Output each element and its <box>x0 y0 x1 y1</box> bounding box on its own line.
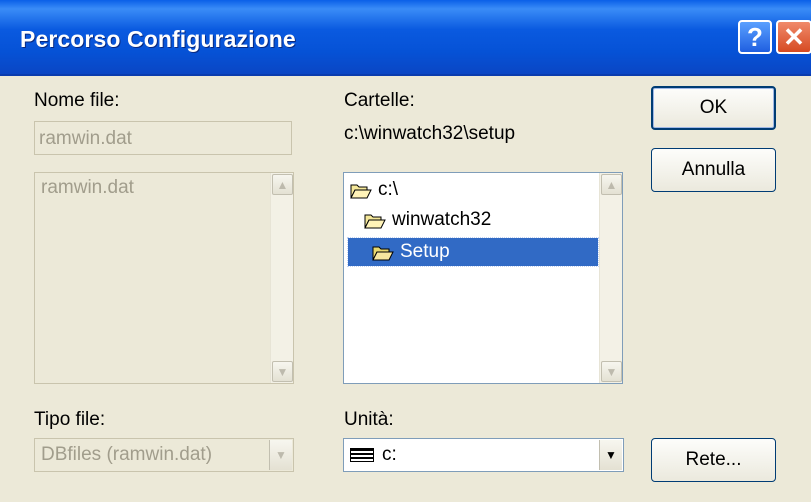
window-title: Percorso Configurazione <box>20 26 296 52</box>
file-name-field[interactable]: ramwin.dat <box>34 121 292 155</box>
help-icon: ? <box>747 21 763 52</box>
folders-label: Cartelle: <box>344 90 415 111</box>
drive-value: c: <box>382 444 397 465</box>
folder-label: Setup <box>400 241 450 262</box>
cancel-button[interactable]: Annulla <box>651 148 776 192</box>
folder-item-winwatch32[interactable]: winwatch32 <box>364 206 590 234</box>
open-folder-icon <box>364 214 386 228</box>
folder-tree-content: c:\ winwatch32 Setup <box>344 173 599 383</box>
title-bar[interactable]: Percorso Configurazione ? ✕ <box>0 0 811 76</box>
open-folder-icon <box>350 184 372 198</box>
file-name-value: ramwin.dat <box>39 128 132 149</box>
file-type-label: Tipo file: <box>34 409 106 430</box>
file-list[interactable]: ramwin.dat ▲ ▼ <box>34 172 294 384</box>
scroll-down-icon[interactable]: ▼ <box>601 361 622 382</box>
file-type-select[interactable]: DBfiles (ramwin.dat) ▼ <box>34 438 294 472</box>
folder-item-setup[interactable]: Setup <box>347 237 599 267</box>
close-button[interactable]: ✕ <box>776 20 811 54</box>
dialog-body: Nome file: ramwin.dat ramwin.dat ▲ ▼ Tip… <box>0 76 811 502</box>
file-name-label: Nome file: <box>34 90 120 111</box>
help-button[interactable]: ? <box>738 20 772 54</box>
open-folder-icon <box>372 246 394 260</box>
folder-tree[interactable]: c:\ winwatch32 Setup ▲ ▼ <box>343 172 623 384</box>
file-list-content: ramwin.dat <box>35 173 270 383</box>
scroll-up-icon[interactable]: ▲ <box>601 174 622 195</box>
folder-label: winwatch32 <box>392 209 492 230</box>
drive-select[interactable]: c: ▼ <box>343 438 624 472</box>
folder-item-root[interactable]: c:\ <box>350 176 590 204</box>
scroll-up-icon[interactable]: ▲ <box>272 174 293 195</box>
folder-label: c:\ <box>378 179 399 200</box>
network-button[interactable]: Rete... <box>651 438 776 482</box>
chevron-down-icon[interactable]: ▼ <box>269 440 292 470</box>
folder-tree-scrollbar[interactable]: ▲ ▼ <box>599 173 622 383</box>
file-list-item[interactable]: ramwin.dat <box>41 177 134 199</box>
drive-icon <box>350 448 374 462</box>
current-path: c:\winwatch32\setup <box>344 123 516 144</box>
file-type-value: DBfiles (ramwin.dat) <box>41 444 213 465</box>
ok-button[interactable]: OK <box>651 86 776 130</box>
drive-value-wrap: c: <box>344 444 623 466</box>
scroll-down-icon[interactable]: ▼ <box>272 361 293 382</box>
chevron-down-icon[interactable]: ▼ <box>599 440 622 470</box>
drive-label: Unità: <box>344 409 394 430</box>
file-list-scrollbar[interactable]: ▲ ▼ <box>270 173 293 383</box>
close-icon: ✕ <box>783 21 805 52</box>
